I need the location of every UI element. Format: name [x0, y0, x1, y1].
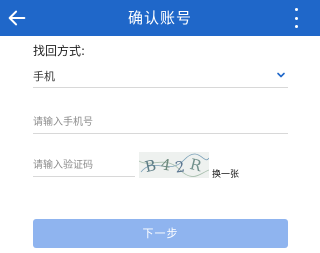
phone-input[interactable]	[33, 112, 288, 132]
app-bar: 确认账号	[0, 0, 320, 36]
recovery-method-select[interactable]: 手机	[33, 66, 288, 88]
more-vertical-icon[interactable]	[286, 8, 306, 28]
recovery-method-label: 找回方式:	[33, 44, 86, 58]
chevron-down-icon	[277, 72, 285, 78]
verification-code-input[interactable]	[33, 155, 135, 175]
phone-field	[33, 112, 288, 134]
swap-captcha-link[interactable]: 换一张	[212, 167, 239, 180]
verification-code-field	[33, 155, 135, 177]
captcha-image[interactable]: B 4 2 R	[139, 152, 209, 178]
next-step-button[interactable]: 下一步	[33, 219, 288, 248]
recovery-method-value: 手机	[33, 70, 55, 83]
page-title: 确认账号	[127, 9, 192, 27]
